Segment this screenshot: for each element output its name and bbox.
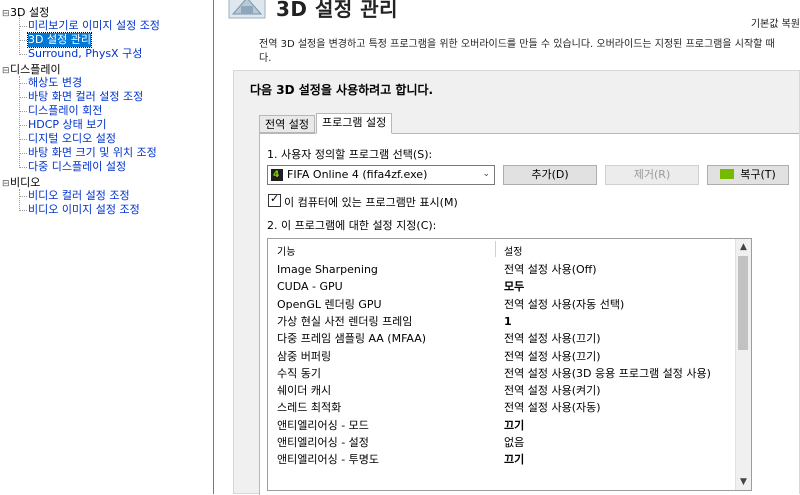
tree-item-multiple-displays[interactable]: 다중 디스플레이 설정 <box>28 160 126 174</box>
setting-value[interactable]: 모두 <box>504 278 524 295</box>
tree-item-video-image[interactable]: 비디오 이미지 설정 조정 <box>28 203 140 217</box>
scroll-thumb[interactable] <box>738 256 748 350</box>
setting-value[interactable]: 전역 설정 사용(자동) <box>504 399 601 416</box>
setting-feature[interactable]: Image Sharpening <box>277 261 378 278</box>
tree-category-video[interactable]: ⊟비디오 <box>2 176 40 190</box>
setting-feature[interactable]: 스레드 최적화 <box>277 399 341 416</box>
setting-value[interactable]: 전역 설정 사용(3D 응용 프로그램 설정 사용) <box>504 365 711 382</box>
program-settings-panel: 1. 사용자 정의할 프로그램 선택(S): 4 FIFA Online 4 (… <box>259 133 799 495</box>
tree-connector <box>19 76 20 168</box>
tree-category-label: 디스플레이 <box>10 63 61 76</box>
setting-value[interactable]: 전역 설정 사용(자동 선택) <box>504 296 624 313</box>
fifa-app-icon: 4 <box>271 169 283 181</box>
setting-value[interactable]: 전역 설정 사용(끄기) <box>504 330 601 347</box>
setting-feature[interactable]: 가상 현실 사전 렌더링 프레임 <box>277 313 412 330</box>
tree-item-change-resolution[interactable]: 해상도 변경 <box>28 76 82 90</box>
tree-connector <box>19 196 27 197</box>
tree-connector <box>19 125 27 126</box>
page-description: 전역 3D 설정을 변경하고 특정 프로그램을 위한 오버라이드를 만들 수 있… <box>259 38 800 66</box>
collapse-icon[interactable]: ⊟ <box>2 177 10 191</box>
setting-value[interactable]: 끄기 <box>504 417 524 434</box>
tree-category-label: 3D 설정 <box>10 6 50 19</box>
section-heading: 다음 3D 설정을 사용하려고 합니다. <box>250 83 434 97</box>
setting-feature[interactable]: 앤티엘리어싱 - 투명도 <box>277 451 379 468</box>
setting-value[interactable]: 전역 설정 사용(켜기) <box>504 382 601 399</box>
tab-program-settings[interactable]: 프로그램 설정 <box>316 113 393 134</box>
show-installed-only-checkbox[interactable]: ✓ <box>268 192 281 207</box>
restore-button-label: 복구(T) <box>740 168 776 181</box>
setting-value[interactable]: 1 <box>504 313 512 330</box>
tree-item-manage-3d-settings[interactable]: 3D 설정 관리 <box>27 32 92 48</box>
description-line-1: 전역 3D 설정을 변경하고 특정 프로그램을 위한 오버라이드를 만들 수 있… <box>259 39 775 50</box>
page-header: 3D 설정 관리 기본값 복원 <box>215 0 800 32</box>
vertical-scrollbar[interactable]: ▲ ▼ <box>735 239 751 490</box>
add-program-button[interactable]: 추가(D) <box>503 165 597 185</box>
tree-connector <box>19 167 27 168</box>
setting-value[interactable]: 끄기 <box>504 451 524 468</box>
scroll-down-arrow-icon[interactable]: ▼ <box>736 474 751 490</box>
scroll-up-arrow-icon[interactable]: ▲ <box>736 239 751 255</box>
setting-value[interactable]: 전역 설정 사용(Off) <box>504 261 597 278</box>
collapse-icon[interactable]: ⊟ <box>2 7 10 21</box>
setting-feature[interactable]: 삼중 버퍼링 <box>277 348 331 365</box>
tree-connector <box>19 153 27 154</box>
chevron-down-icon[interactable]: ⌄ <box>482 169 490 179</box>
3d-settings-icon <box>227 0 267 20</box>
tree-connector <box>19 139 27 140</box>
tree-category-label: 비디오 <box>10 176 41 189</box>
tree-item-desktop-size-position[interactable]: 바탕 화면 크기 및 위치 조정 <box>28 146 157 160</box>
tab-global-settings[interactable]: 전역 설정 <box>259 115 315 133</box>
tree-connector <box>19 14 20 55</box>
setting-value[interactable]: 없음 <box>504 434 524 451</box>
tree-item-image-preview[interactable]: 미리보기로 이미지 설정 조정 <box>28 19 160 33</box>
page-title: 3D 설정 관리 <box>276 0 399 21</box>
checkmark-icon: ✓ <box>270 192 280 205</box>
program-select-dropdown[interactable]: 4 FIFA Online 4 (fifa4zf.exe) ⌄ <box>267 165 495 185</box>
tree-connector <box>19 83 27 84</box>
settings-container: 다음 3D 설정을 사용하려고 합니다. 전역 설정 프로그램 설정 1. 사용… <box>233 70 800 495</box>
tree-item-hdcp-status[interactable]: HDCP 상태 보기 <box>28 118 107 132</box>
tree-item-desktop-color[interactable]: 바탕 화면 컬러 설정 조정 <box>28 90 143 104</box>
restore-program-button[interactable]: 복구(T) <box>707 165 789 185</box>
tree-item-video-color[interactable]: 비디오 컬러 설정 조정 <box>28 189 130 203</box>
column-header-feature: 기능 <box>277 247 296 258</box>
tree-connector <box>19 111 27 112</box>
tree-connector <box>19 26 27 27</box>
settings-list[interactable]: 기능 설정 Image Sharpening 전역 설정 사용(Off) CUDA … <box>267 238 752 491</box>
setting-value[interactable]: 전역 설정 사용(끄기) <box>504 348 601 365</box>
tree-item-rotate-display[interactable]: 디스플레이 회전 <box>28 104 102 118</box>
main-panel: 3D 설정 관리 기본값 복원 전역 3D 설정을 변경하고 특정 프로그램을 … <box>215 0 800 495</box>
setting-feature[interactable]: 다중 프레임 샘플링 AA (MFAA) <box>277 330 426 347</box>
setting-feature[interactable]: 수직 동기 <box>277 365 321 382</box>
tree-connector <box>19 189 20 211</box>
restore-defaults-link[interactable]: 기본값 복원 <box>751 15 800 30</box>
tree-item-digital-audio[interactable]: 디지털 오디오 설정 <box>28 132 116 146</box>
navigation-tree: ⊟3D 설정 미리보기로 이미지 설정 조정 3D 설정 관리 Surround… <box>0 0 214 494</box>
description-line-2: 다. <box>259 53 272 64</box>
setting-feature[interactable]: 앤티엘리어싱 - 설정 <box>277 434 369 451</box>
tree-connector <box>19 54 27 55</box>
selected-program: FIFA Online 4 (fifa4zf.exe) <box>287 168 428 181</box>
tree-connector <box>19 40 27 41</box>
nvidia-logo-icon <box>720 169 735 179</box>
column-divider <box>495 241 496 257</box>
show-installed-only-label[interactable]: 이 컴퓨터에 있는 프로그램만 표시(M) <box>284 194 458 210</box>
tree-item-surround-physx[interactable]: Surround, PhysX 구성 <box>28 47 142 61</box>
remove-program-button[interactable]: 제거(R) <box>605 165 699 185</box>
setting-feature[interactable]: CUDA - GPU <box>277 278 343 295</box>
column-header-setting: 설정 <box>504 247 523 258</box>
step1-label: 1. 사용자 정의할 프로그램 선택(S): <box>267 148 433 161</box>
tree-connector <box>19 97 27 98</box>
setting-feature[interactable]: 앤티엘리어싱 - 모드 <box>277 417 369 434</box>
tree-connector <box>19 210 27 211</box>
tree-category-display[interactable]: ⊟디스플레이 <box>2 63 61 77</box>
setting-feature[interactable]: 쉐이더 캐시 <box>277 382 331 399</box>
setting-feature[interactable]: OpenGL 렌더링 GPU <box>277 296 382 313</box>
step2-label: 2. 이 프로그램에 대한 설정 지정(C): <box>267 219 437 232</box>
collapse-icon[interactable]: ⊟ <box>2 64 10 78</box>
tree-category-3d-settings[interactable]: ⊟3D 설정 <box>2 6 49 20</box>
